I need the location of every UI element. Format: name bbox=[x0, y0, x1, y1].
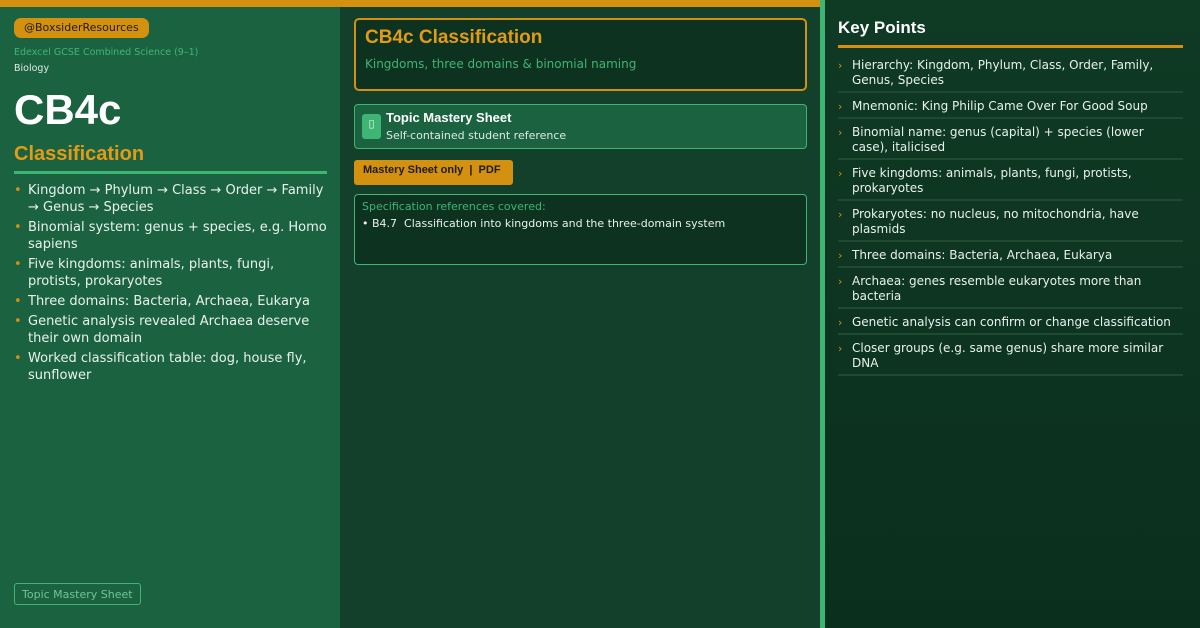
list-item: • Three domains: Bacteria, Archaea, Eukar… bbox=[14, 294, 310, 309]
left-panel: @BoxsiderResources Edexcel GCSE Combined… bbox=[0, 7, 340, 628]
chevron-right-icon: › bbox=[838, 59, 843, 72]
document-icon: ▯ bbox=[362, 114, 381, 139]
topic-title: Classification bbox=[14, 143, 327, 174]
key-points-list: › Hierarchy: Kingdom, Phylum, Class, Orde… bbox=[838, 57, 1183, 376]
list-item: • Genetic analysis revealed Archaea deser… bbox=[14, 314, 310, 346]
mastery-sheet-card[interactable]: ▯ Topic Mastery Sheet Self-contained stu… bbox=[354, 104, 807, 149]
list-item: › Closer groups (e.g. same genus) share m… bbox=[838, 340, 1183, 376]
bullet-icon: • bbox=[14, 220, 22, 235]
top-accent-bar bbox=[0, 0, 820, 7]
list-item: › Hierarchy: Kingdom, Phylum, Class, Orde… bbox=[838, 57, 1183, 93]
bullet-icon: • bbox=[14, 314, 22, 329]
chevron-right-icon: › bbox=[838, 249, 843, 262]
list-item: • Kingdom → Phylum → Class → Order → Fami… bbox=[14, 183, 324, 215]
sheet-subtitle: Self-contained student reference bbox=[386, 129, 567, 142]
header-card: CB4c Classification Kingdoms, three doma… bbox=[354, 18, 807, 91]
footer-tag[interactable]: Topic Mastery Sheet bbox=[14, 583, 141, 605]
summary-list: • Kingdom → Phylum → Class → Order → Fami… bbox=[14, 182, 330, 384]
list-item: › Genetic analysis can confirm or change … bbox=[838, 314, 1183, 335]
list-item: › Binomial name: genus (capital) + specie… bbox=[838, 124, 1183, 160]
pdf-download-button[interactable]: Mastery Sheet only | PDF bbox=[354, 160, 513, 185]
chevron-right-icon: › bbox=[838, 126, 843, 139]
topic-code: CB4c bbox=[14, 86, 122, 133]
chevron-right-icon: › bbox=[838, 167, 843, 180]
list-item: • Binomial system: genus + species, e.g. … bbox=[14, 220, 327, 252]
header-subtitle: Kingdoms, three domains & binomial namin… bbox=[365, 57, 637, 71]
chevron-right-icon: › bbox=[838, 342, 843, 355]
list-item: › Prokaryotes: no nucleus, no mitochondri… bbox=[838, 206, 1183, 242]
key-points-title: Key Points bbox=[838, 18, 1183, 48]
list-item: • Five kingdoms: animals, plants, fungi, … bbox=[14, 257, 275, 289]
chevron-right-icon: › bbox=[838, 316, 843, 329]
handle-badge[interactable]: @BoxsiderResources bbox=[14, 18, 149, 38]
spec-label: Specification references covered: bbox=[362, 200, 546, 213]
list-item: › Five kingdoms: animals, plants, fungi, … bbox=[838, 165, 1183, 201]
list-item: • Worked classification table: dog, house… bbox=[14, 351, 307, 383]
middle-panel: CB4c Classification Kingdoms, three doma… bbox=[340, 7, 820, 628]
list-item: › Mnemonic: King Philip Came Over For Goo… bbox=[838, 98, 1183, 119]
header-title: CB4c Classification bbox=[365, 27, 543, 48]
sheet-title: Topic Mastery Sheet bbox=[386, 110, 512, 125]
bullet-icon: • bbox=[14, 294, 22, 309]
spec-card: Specification references covered: • B4.7… bbox=[354, 194, 807, 265]
bullet-icon: • bbox=[14, 183, 22, 198]
course-label: Edexcel GCSE Combined Science (9–1) bbox=[14, 47, 199, 58]
chevron-right-icon: › bbox=[838, 208, 843, 221]
list-item: › Archaea: genes resemble eukaryotes more… bbox=[838, 273, 1183, 309]
chevron-right-icon: › bbox=[838, 100, 843, 113]
subject-label: Biology bbox=[14, 63, 50, 74]
chevron-right-icon: › bbox=[838, 275, 843, 288]
bullet-icon: • bbox=[14, 257, 22, 272]
key-points-panel: Key Points › Hierarchy: Kingdom, Phylum, … bbox=[825, 0, 1200, 628]
list-item: › Three domains: Bacteria, Archaea, Eukar… bbox=[838, 247, 1183, 268]
spec-item: • B4.7 Classification into kingdoms and … bbox=[362, 217, 726, 230]
bullet-icon: • bbox=[14, 351, 22, 366]
